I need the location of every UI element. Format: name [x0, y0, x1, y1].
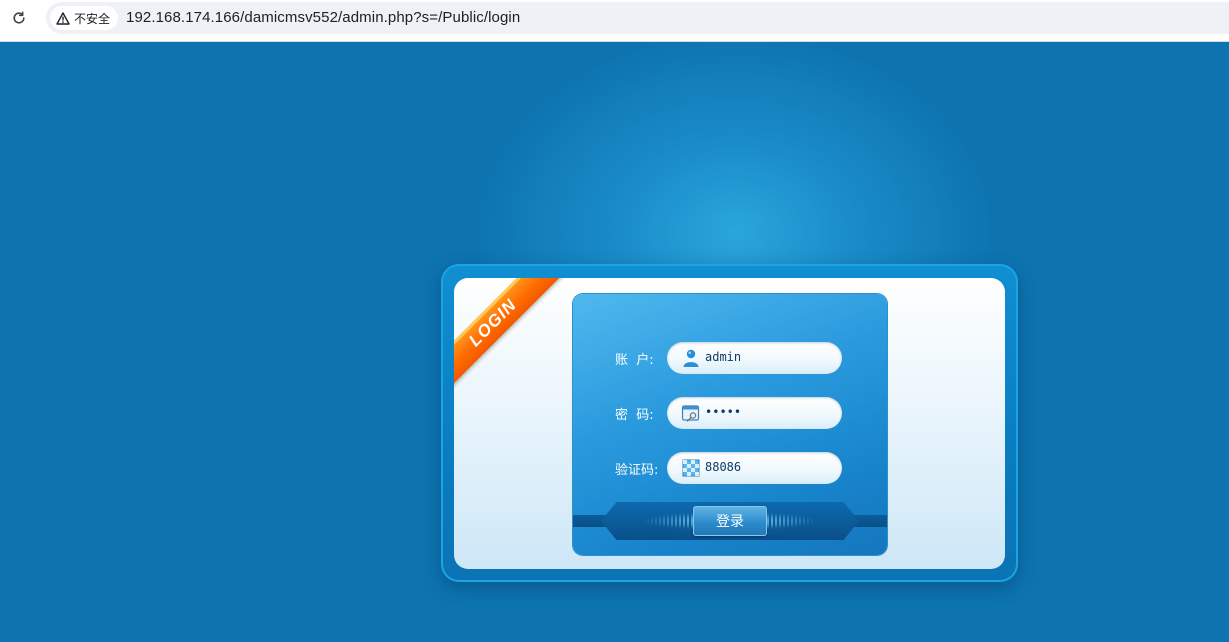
warning-icon — [56, 11, 70, 25]
browser-toolbar: 不安全 192.168.174.166/damicmsv552/admin.ph… — [0, 0, 1229, 42]
login-frame: LOGIN 账 户: admin 密 码: ••••• 验证码: 88086 登… — [441, 264, 1018, 582]
password-label: 密 码: — [615, 408, 654, 423]
address-bar[interactable]: 不安全 192.168.174.166/damicmsv552/admin.ph… — [46, 2, 1229, 34]
page-background: LOGIN 账 户: admin 密 码: ••••• 验证码: 88086 登… — [0, 42, 1229, 642]
password-value: ••••• — [705, 405, 742, 419]
captcha-value: 88086 — [705, 460, 742, 474]
login-ribbon: LOGIN — [454, 278, 564, 394]
captcha-input[interactable]: 88086 — [667, 452, 842, 484]
reload-button[interactable] — [8, 7, 30, 29]
url-text[interactable]: 192.168.174.166/damicmsv552/admin.php?s=… — [126, 9, 520, 26]
captcha-row: 验证码: 88086 — [573, 452, 887, 484]
reload-icon — [13, 11, 25, 24]
password-row: 密 码: ••••• — [573, 397, 887, 429]
login-form: 账 户: admin 密 码: ••••• 验证码: 88086 登录 — [573, 294, 887, 555]
password-icon — [681, 405, 700, 422]
captcha-icon — [682, 459, 700, 477]
button-strip: 登录 — [573, 502, 887, 540]
login-card: LOGIN 账 户: admin 密 码: ••••• 验证码: 88086 登… — [454, 278, 1005, 569]
username-label: 账 户: — [615, 353, 654, 368]
user-icon — [683, 349, 699, 367]
username-row: 账 户: admin — [573, 342, 887, 374]
security-indicator[interactable]: 不安全 — [50, 6, 119, 30]
captcha-label: 验证码: — [615, 463, 659, 478]
password-input[interactable]: ••••• — [667, 397, 842, 429]
security-label: 不安全 — [74, 11, 111, 26]
username-value: admin — [705, 350, 742, 364]
username-input[interactable]: admin — [667, 342, 842, 374]
login-button[interactable]: 登录 — [693, 506, 767, 536]
